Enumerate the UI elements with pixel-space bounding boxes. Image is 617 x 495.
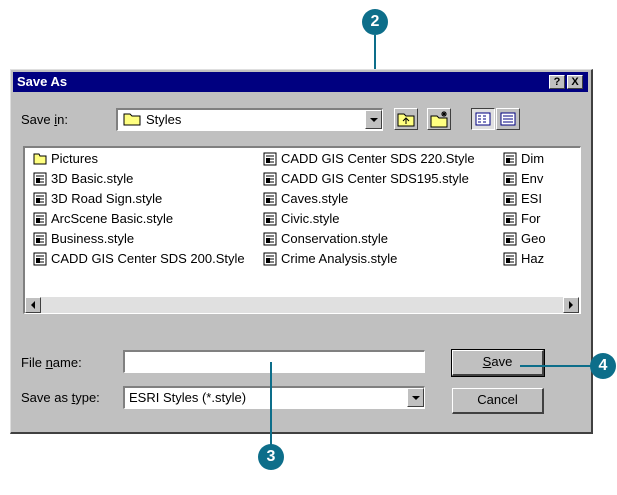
file-item-label: Env [521,171,544,186]
style-file-icon [263,232,277,246]
save-as-type-dropdown-button[interactable] [407,388,424,407]
style-file-icon [503,212,517,226]
style-file-icon [263,152,277,166]
file-item-label: 3D Road Sign.style [51,191,163,206]
save-in-combo[interactable]: Styles [116,108,383,131]
file-item-label: CADD GIS Center SDS 220.Style [281,151,475,166]
style-file-icon [33,192,47,206]
file-item-label: Pictures [51,151,98,166]
scroll-right-button[interactable] [563,297,579,313]
save-as-type-label: Save as type: [21,390,100,405]
save-as-type-combo[interactable]: ESRI Styles (*.style) [123,386,425,409]
file-item-label: Dim [521,151,545,166]
file-item-label: CADD GIS Center SDS 200.Style [51,251,245,266]
file-item-label: ArcScene Basic.style [51,211,174,226]
callout-3: 3 [258,444,284,470]
style-file-icon [503,192,517,206]
up-folder-icon [397,113,415,127]
save-as-dialog: Save As ? X Save in: Styles Pictures 3D … [10,69,593,434]
new-folder-button[interactable] [427,108,451,130]
style-file-icon [263,192,277,206]
file-item-label: Conservation.style [281,231,388,246]
cancel-button[interactable]: Cancel [452,388,544,414]
dialog-title: Save As [17,74,68,89]
style-file-icon [503,172,517,186]
file-item[interactable]: Civic.style [263,210,340,228]
details-view-button[interactable] [496,108,520,130]
save-button[interactable]: Save [451,349,545,377]
file-item[interactable]: ESI [503,190,542,208]
file-name-label: File name: [21,355,82,370]
file-item-label: Geo [521,231,546,246]
file-item[interactable]: Business.style [33,230,134,248]
file-item-label: 3D Basic.style [51,171,134,186]
list-view-button[interactable] [471,108,495,130]
close-button[interactable]: X [567,75,583,89]
file-item[interactable]: Haz [503,250,544,268]
style-file-icon [33,252,47,266]
file-item-label: Caves.style [281,191,349,206]
file-item-label: Civic.style [281,211,340,226]
up-one-level-button[interactable] [394,108,418,130]
title-bar: Save As ? X [13,72,588,92]
file-item[interactable]: Pictures [33,150,98,168]
style-file-icon [33,172,47,186]
style-file-icon [33,232,47,246]
file-item[interactable]: Dim [503,150,544,168]
file-item[interactable]: Conservation.style [263,230,388,248]
scroll-left-button[interactable] [25,297,41,313]
save-in-dropdown-button[interactable] [365,110,382,129]
file-item-label: For [521,211,541,226]
file-item[interactable]: Geo [503,230,546,248]
file-item-label: Business.style [51,231,135,246]
folder-icon [123,112,141,129]
style-file-icon [263,252,277,266]
callout-3-line [270,362,272,446]
file-list[interactable]: Pictures 3D Basic.style 3D Road Sign.style… [23,146,581,314]
file-item[interactable]: 3D Basic.style [33,170,133,188]
file-item[interactable]: Crime Analysis.style [263,250,397,268]
callout-4-line [520,365,592,367]
help-button[interactable]: ? [549,75,565,89]
style-file-icon [263,212,277,226]
save-as-type-value: ESRI Styles (*.style) [129,390,247,405]
horizontal-scrollbar[interactable] [25,297,579,313]
details-view-icon [500,112,516,126]
file-name-input[interactable] [123,350,425,373]
callout-2: 2 [362,9,388,35]
style-file-icon [263,172,277,186]
file-item-label: CADD GIS Center SDS195.style [281,171,469,186]
file-item[interactable]: ArcScene Basic.style [33,210,173,228]
style-file-icon [503,232,517,246]
list-view-icon [475,112,491,126]
file-item[interactable]: For [503,210,541,228]
save-in-value: Styles [146,112,182,127]
style-file-icon [33,212,47,226]
file-item[interactable]: Caves.style [263,190,348,208]
file-item[interactable]: CADD GIS Center SDS 200.Style [33,250,245,268]
right-arrow-icon [569,301,573,309]
file-item[interactable]: Env [503,170,543,188]
left-arrow-icon [31,301,35,309]
file-item[interactable]: CADD GIS Center SDS 220.Style [263,150,475,168]
file-item-label: Haz [521,251,545,266]
folder-icon [33,153,47,165]
file-item[interactable]: 3D Road Sign.style [33,190,162,208]
file-item[interactable]: CADD GIS Center SDS195.style [263,170,469,188]
save-in-label: Save in: [21,112,68,127]
callout-4: 4 [590,353,616,379]
style-file-icon [503,152,517,166]
file-item-label: ESI [521,191,542,206]
style-file-icon [503,252,517,266]
file-item-label: Crime Analysis.style [281,251,398,266]
new-folder-icon [430,111,448,128]
